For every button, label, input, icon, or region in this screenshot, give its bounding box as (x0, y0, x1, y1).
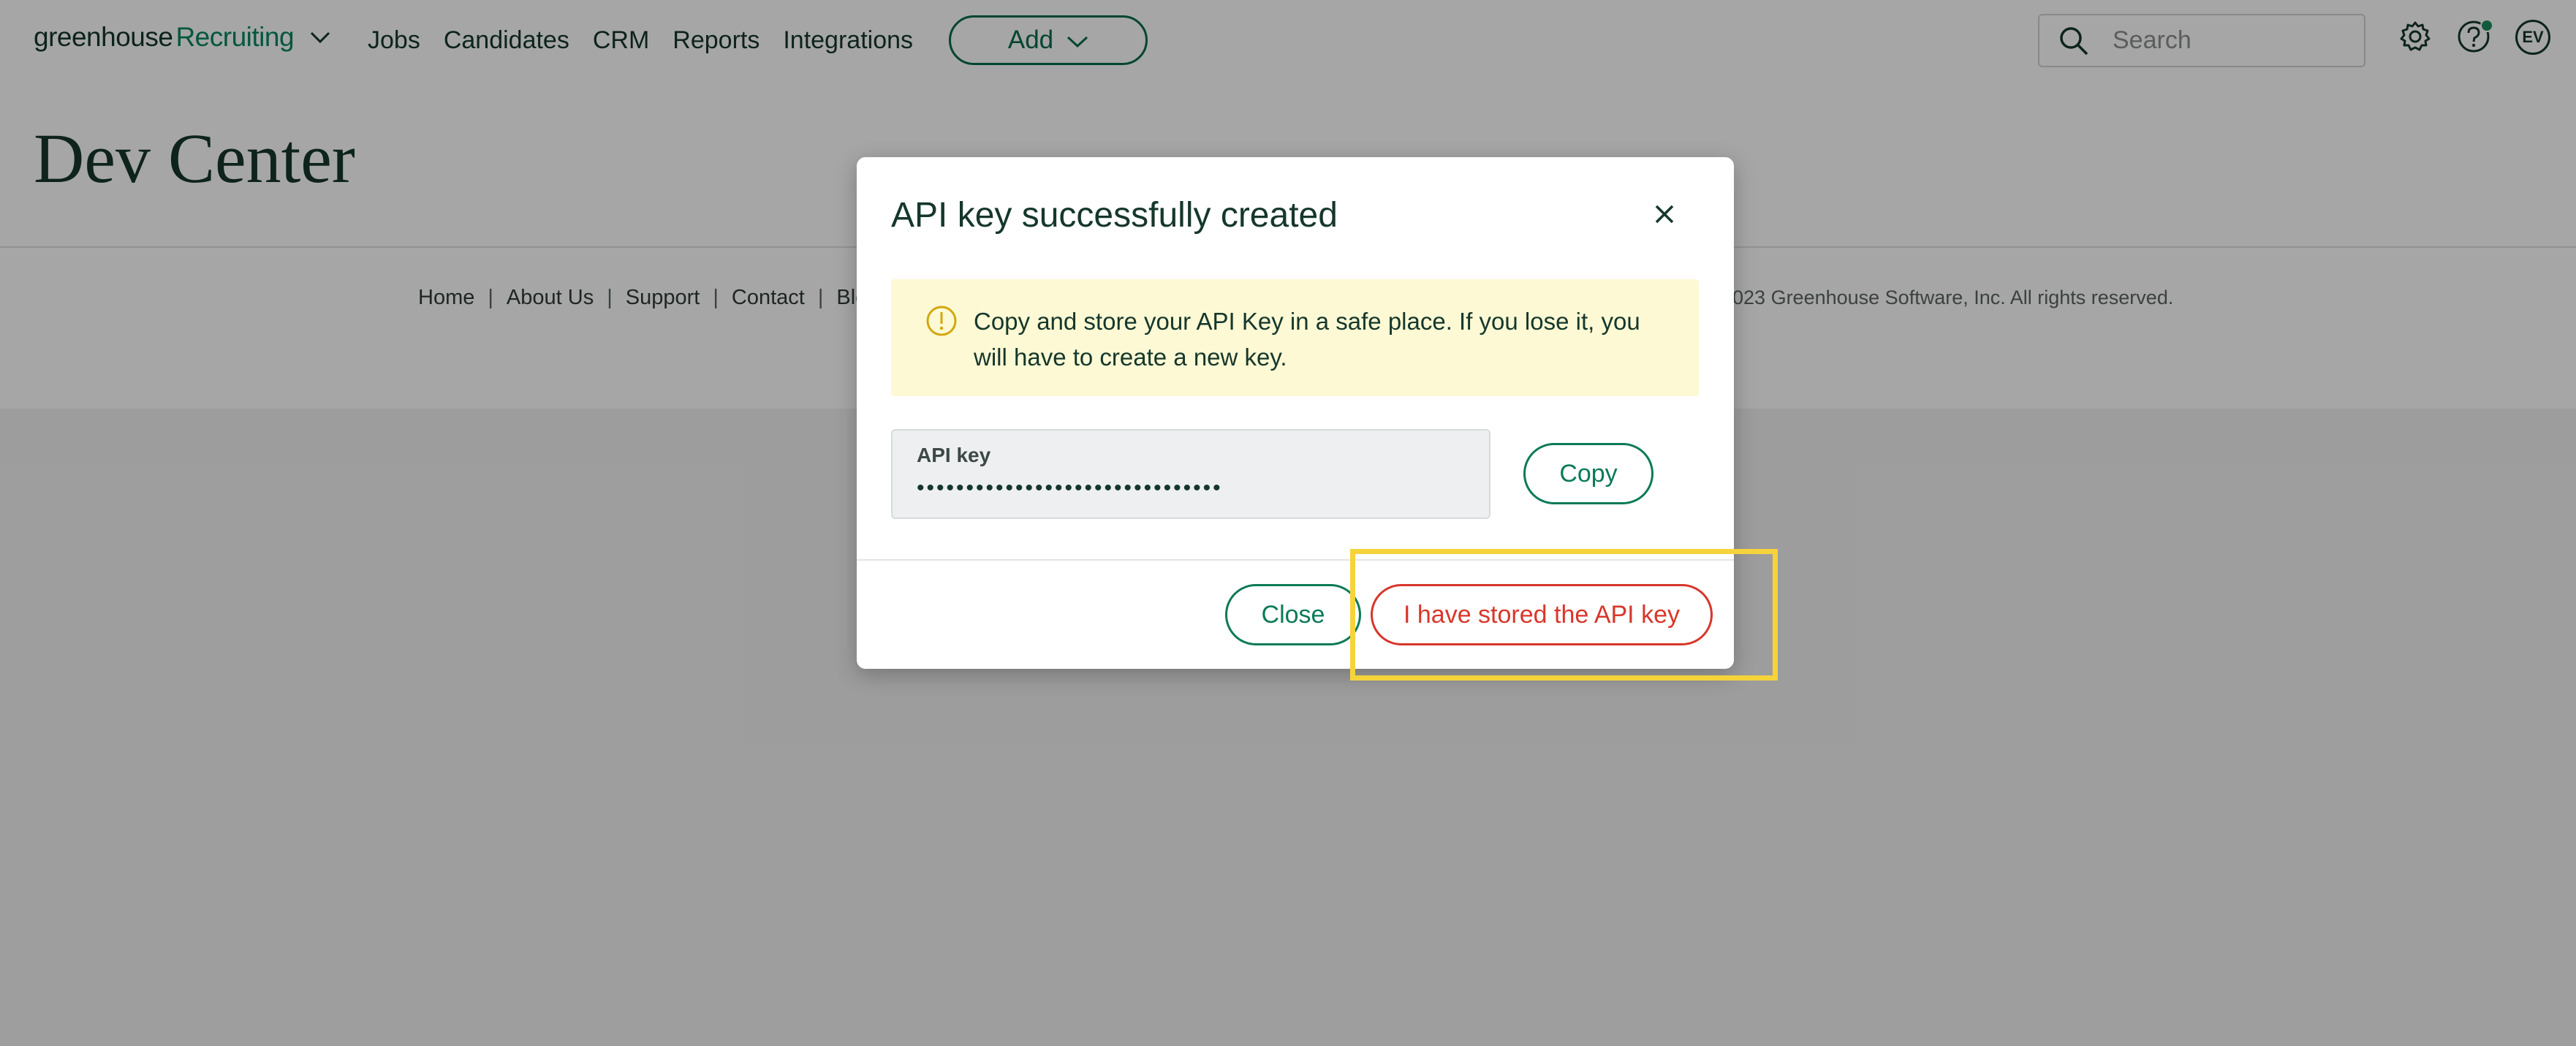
alert-message: Copy and store your API Key in a safe pl… (974, 308, 1640, 371)
close-button[interactable]: Close (1225, 584, 1361, 645)
copy-button-label: Copy (1559, 459, 1618, 488)
warning-icon (925, 305, 958, 337)
confirm-stored-label: I have stored the API key (1403, 600, 1680, 629)
api-key-modal: API key successfully created Copy and st… (857, 157, 1734, 669)
warning-alert: Copy and store your API Key in a safe pl… (891, 279, 1699, 396)
confirm-stored-button[interactable]: I have stored the API key (1371, 584, 1713, 645)
api-key-value[interactable]: ••••••••••••••••••••••••••••••• (917, 476, 1223, 501)
api-key-field[interactable]: API key ••••••••••••••••••••••••••••••• (891, 429, 1490, 519)
modal-title: API key successfully created (891, 196, 1338, 235)
copy-button[interactable]: Copy (1523, 443, 1653, 504)
close-icon[interactable] (1653, 203, 1675, 225)
modal-divider (857, 559, 1734, 561)
close-button-label: Close (1261, 600, 1325, 629)
api-key-label: API key (917, 444, 991, 466)
